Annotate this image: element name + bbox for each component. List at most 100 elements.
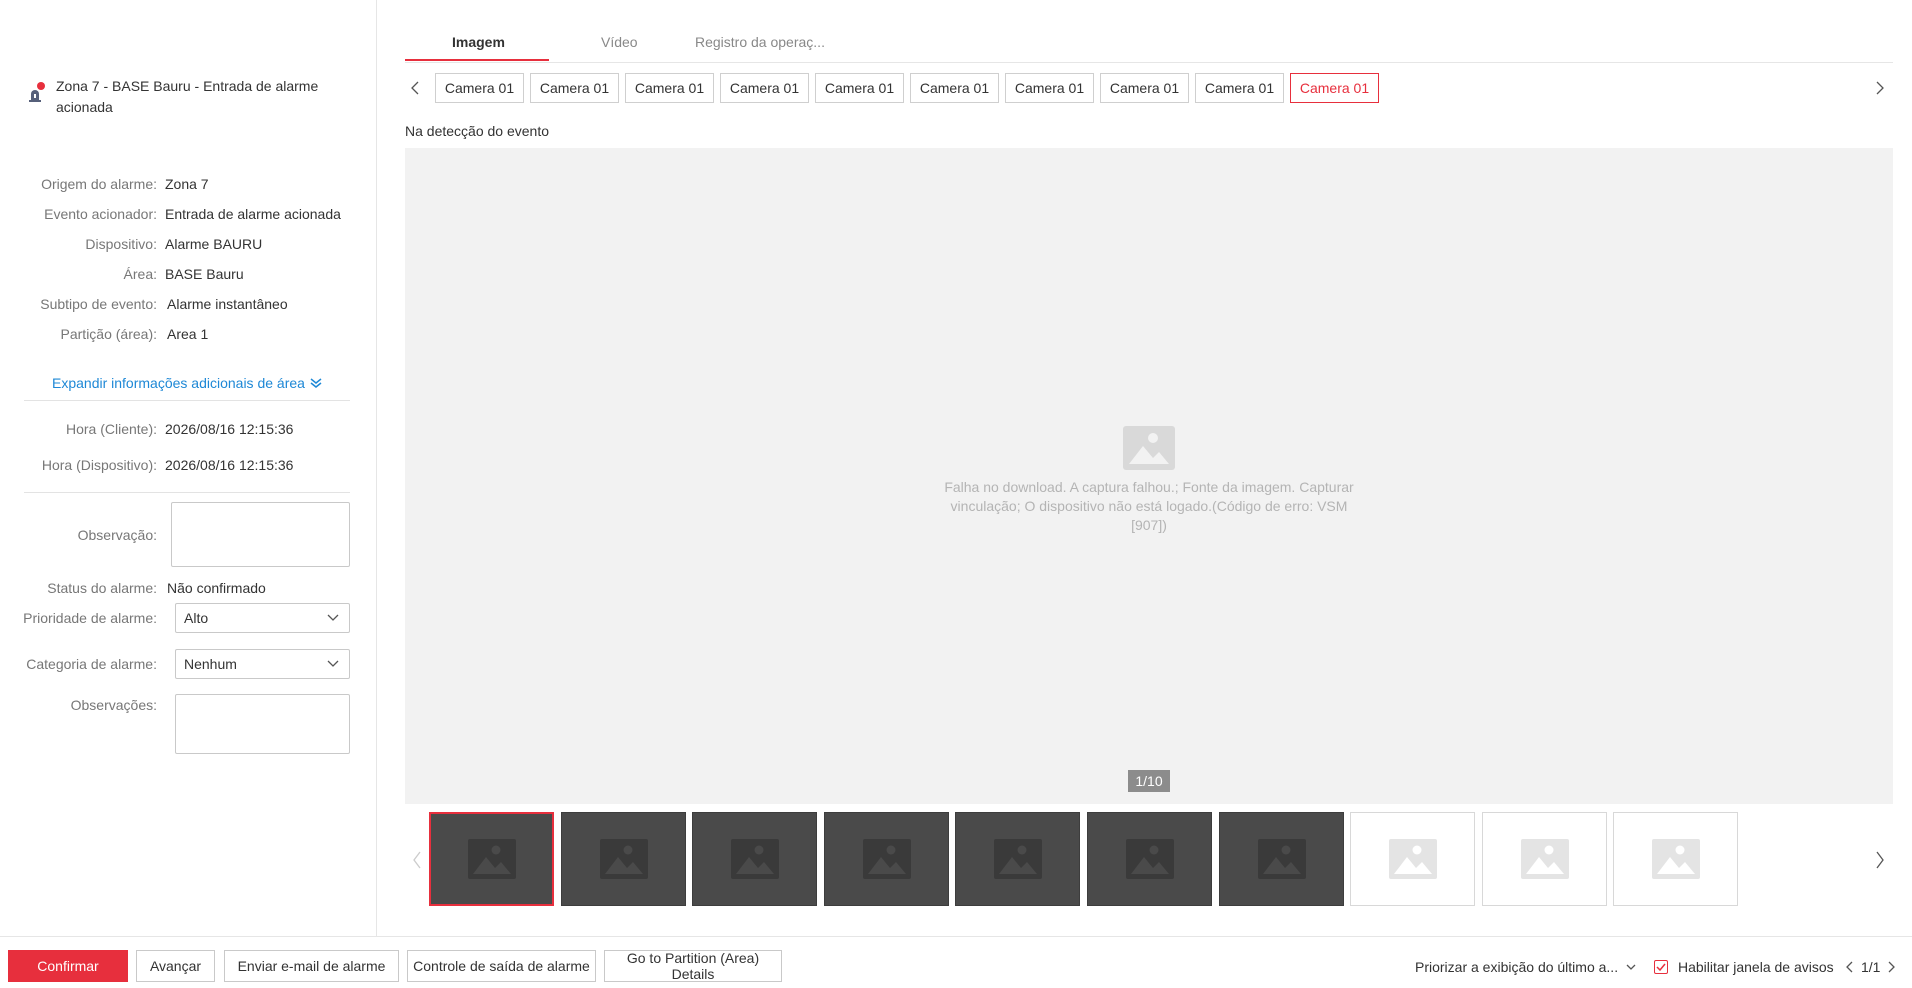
alarm-siren-icon [26,82,46,104]
time-value: 2026/08/16 12:15:36 [165,421,294,437]
detail-row-origem: Origem do alarme: Zona 7 [0,176,377,192]
image-viewer[interactable]: Falha no download. A captura falhou.; Fo… [405,148,1893,804]
image-placeholder-icon [993,839,1042,879]
enable-popup-checkbox-row[interactable]: Habilitar janela de avisos [1654,959,1834,975]
priority-select-value: Alto [184,610,209,626]
detail-row-subtipo: Subtipo de evento: Alarme instantâneo [0,296,377,312]
status-row: Status do alarme: Não confirmado [0,580,377,596]
camera-selector: Camera 01 Camera 01 Camera 01 Camera 01 … [405,73,1893,103]
confirm-button[interactable]: Confirmar [8,950,128,982]
detail-label: Área: [123,266,157,282]
active-tab-indicator [405,59,549,61]
camera-next-button[interactable] [1870,78,1890,98]
thumbnail[interactable] [1087,812,1212,906]
thumbnail[interactable] [1219,812,1344,906]
camera-button[interactable]: Camera 01 [1195,73,1284,103]
camera-button[interactable]: Camera 01 [720,73,809,103]
chevron-down-icon [1626,964,1636,970]
thumbnail[interactable] [824,812,949,906]
camera-button[interactable]: Camera 01 [815,73,904,103]
priority-select[interactable]: Alto [175,603,350,633]
time-label: Hora (Cliente): [65,421,157,437]
detail-value: Entrada de alarme acionada [165,206,341,222]
camera-button[interactable]: Camera 01 [435,73,524,103]
detail-label: Partição (área): [60,326,157,342]
camera-button[interactable]: Camera 01 [530,73,619,103]
image-placeholder-icon [599,839,648,879]
expand-area-info-label[interactable]: Expandir informações adicionais de área [52,375,305,391]
image-placeholder-icon [1388,839,1437,879]
output-control-button[interactable]: Controle de saída de alarme [407,950,596,982]
chevron-right-icon [1876,851,1884,869]
prioritize-label: Priorizar a exibição do último a... [1415,959,1619,975]
media-tabs: Imagem Vídeo Registro da operaç... [405,22,1893,63]
detail-row-dispositivo: Dispositivo: Alarme BAURU [0,236,377,252]
observacoes-label: Observações: [70,697,157,713]
pager-next-icon[interactable] [1888,961,1896,973]
image-placeholder-icon [1651,839,1700,879]
alarm-header: Zona 7 - BASE Bauru - Entrada de alarme … [26,76,356,118]
thumbnail[interactable] [692,812,817,906]
thumbnail-selected[interactable] [429,812,554,906]
category-select[interactable]: Nenhum [175,649,350,679]
detail-value: Zona 7 [165,176,209,192]
observacao-textarea[interactable] [171,502,350,567]
thumb-prev-button[interactable] [407,850,427,870]
expand-area-info-link[interactable]: Expandir informações adicionais de área [52,375,322,391]
thumbnail-strip [405,812,1893,908]
prioritize-dropdown[interactable]: Priorizar a exibição do último a... [1415,959,1636,975]
camera-button[interactable]: Camera 01 [910,73,999,103]
time-row-client: Hora (Cliente): 2026/08/16 12:15:36 [0,421,377,437]
detail-row-particao: Partição (área): Area 1 [0,326,377,342]
pager-prev-icon[interactable] [1846,961,1853,973]
chevron-left-icon [413,851,421,869]
tab-video[interactable]: Vídeo [601,34,638,50]
image-placeholder-icon [862,839,911,879]
image-placeholder-icon [1123,426,1175,470]
partition-details-button[interactable]: Go to Partition (Area) Details [604,950,782,982]
time-label: Hora (Dispositivo): [41,457,157,473]
thumbnail[interactable] [955,812,1080,906]
detail-value: Area 1 [167,326,209,342]
pager-text: 1/1 [1861,959,1881,975]
image-placeholder-icon [467,839,516,879]
alarm-title: Zona 7 - BASE Bauru - Entrada de alarme … [56,78,319,115]
thumbnail[interactable] [1350,812,1475,906]
thumbnail[interactable] [561,812,686,906]
send-email-button[interactable]: Enviar e-mail de alarme [224,950,399,982]
tab-registro[interactable]: Registro da operaç... [695,34,825,50]
camera-button[interactable]: Camera 01 [1100,73,1189,103]
category-label: Categoria de alarme: [26,656,157,672]
divider [24,492,350,493]
thumbnail[interactable] [1613,812,1738,906]
camera-button[interactable]: Camera 01 [625,73,714,103]
detail-label: Origem do alarme: [41,176,157,192]
next-button[interactable]: Avançar [136,950,215,982]
detail-row-evento: Evento acionador: Entrada de alarme acio… [0,206,377,222]
thumbnail[interactable] [1482,812,1607,906]
detail-label: Dispositivo: [85,236,157,252]
category-select-value: Nenhum [184,656,237,672]
enable-popup-checkbox[interactable] [1654,960,1668,974]
pager: 1/1 [1846,959,1896,975]
image-placeholder-icon [1125,839,1174,879]
alarm-unread-dot [37,82,45,90]
camera-button-active[interactable]: Camera 01 [1290,73,1379,103]
camera-prev-button[interactable] [405,78,425,98]
image-placeholder-icon [1520,839,1569,879]
tab-imagem[interactable]: Imagem [452,34,505,50]
time-row-device: Hora (Dispositivo): 2026/08/16 12:15:36 [0,457,377,473]
time-value: 2026/08/16 12:15:36 [165,457,294,473]
chevron-down-icon [327,660,339,667]
action-footer: Confirmar Avançar Enviar e-mail de alarm… [0,936,1912,988]
enable-popup-label: Habilitar janela de avisos [1678,959,1834,975]
alarm-details-panel: Zona 7 - BASE Bauru - Entrada de alarme … [0,0,377,936]
observacoes-textarea[interactable] [175,694,350,754]
thumb-next-button[interactable] [1870,850,1890,870]
chevron-right-icon [1876,81,1884,95]
divider [24,400,350,401]
detail-row-area: Área: BASE Bauru [0,266,377,282]
camera-button[interactable]: Camera 01 [1005,73,1094,103]
detail-label: Subtipo de evento: [40,296,157,312]
detail-value: Alarme instantâneo [167,296,288,312]
